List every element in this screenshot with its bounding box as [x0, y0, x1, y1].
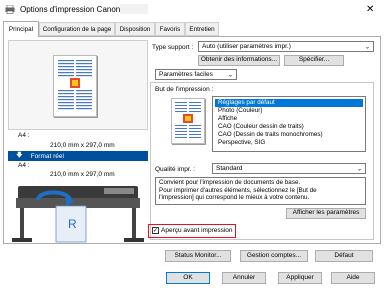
chevron-down-icon: ⌄	[356, 166, 362, 172]
printer-illustration: R	[8, 180, 148, 244]
description-line-3: l'impression] qui correspond le mieux à …	[159, 194, 310, 201]
settings-mode-select[interactable]: Paramètres faciles ⌄	[155, 69, 237, 80]
status-monitor-button[interactable]: Status Monitor...	[165, 250, 231, 262]
description-line-1: Convient pour l'impression de documents …	[159, 179, 301, 186]
account-management-button[interactable]: Gestion comptes...	[240, 250, 308, 262]
defaults-button[interactable]: Défaut	[315, 250, 373, 262]
title-bar: Options d'impression Canon ✕	[0, 0, 384, 20]
tab-maintenance[interactable]: Entretien	[185, 22, 219, 36]
quality-label: Qualité impr. :	[155, 166, 196, 173]
format-reel-bar: 🡇 Format réel	[8, 151, 148, 161]
quality-select[interactable]: Standard ⌄	[212, 163, 366, 174]
close-icon[interactable]: ✕	[366, 4, 374, 15]
media-type-select[interactable]: Auto (utiliser paramètres impr.) ⌄	[198, 41, 374, 52]
tab-favorites[interactable]: Favoris	[155, 22, 185, 36]
size-label-top: A4 :	[18, 132, 30, 139]
print-preview-checkbox[interactable]: ✓	[152, 227, 159, 234]
chevron-down-icon: ⌄	[364, 44, 370, 50]
arrow-down-icon: 🡇	[16, 151, 23, 159]
page-preview-area	[8, 40, 148, 130]
help-button[interactable]: Aide	[331, 272, 375, 284]
printer-icon	[5, 4, 15, 14]
window-title: Options d'impression Canon	[20, 5, 121, 14]
format-label: Format réel	[30, 152, 64, 160]
purpose-item-poster[interactable]: Affiche	[215, 115, 363, 123]
get-info-button[interactable]: Obtenir des informations...	[198, 55, 280, 66]
tab-page-setup[interactable]: Configuration de la page	[39, 22, 115, 36]
page-thumbnail	[53, 55, 97, 117]
cancel-button[interactable]: Annuler	[222, 272, 266, 284]
tab-layout[interactable]: Disposition	[115, 22, 155, 36]
show-settings-button[interactable]: Afficher les paramètres	[286, 208, 366, 219]
purpose-item-gis[interactable]: Perspective, SIG	[215, 139, 363, 147]
ok-button[interactable]: OK	[166, 272, 210, 284]
purpose-item-photo[interactable]: Photo (Couleur)	[215, 107, 363, 115]
purpose-label: But de l'impression :	[155, 86, 214, 93]
purpose-item-default[interactable]: Réglages par défaut	[215, 99, 363, 107]
description-line-2: Pour imprimer d'autres éléments, sélecti…	[159, 186, 317, 194]
settings-mode-value: Paramètres faciles	[159, 71, 213, 78]
chevron-down-icon: ⌄	[227, 72, 233, 78]
size-label-bottom: A4 :	[18, 162, 30, 169]
print-preview-label[interactable]: Aperçu avant impression	[161, 227, 233, 234]
title-redacted-block	[120, 4, 148, 14]
size-value-bottom: 210,0 mm x 297,0 mm	[50, 171, 115, 178]
size-value-top: 210,0 mm x 297,0 mm	[50, 142, 115, 149]
quality-value: Standard	[216, 165, 243, 172]
purpose-thumbnail	[171, 98, 205, 144]
tab-principal[interactable]: Principal	[3, 21, 39, 37]
media-type-value: Auto (utiliser paramètres impr.)	[202, 43, 291, 50]
media-type-label: Type support :	[152, 44, 194, 51]
specify-button[interactable]: Spécifier...	[284, 55, 344, 66]
purpose-item-cad-mono[interactable]: CAO (Dessin de traits monochromes)	[215, 131, 363, 139]
purpose-list[interactable]: Réglages par défaut Photo (Couleur) Affi…	[212, 96, 366, 152]
description-box: Convient pour l'impression de documents …	[155, 177, 366, 205]
apply-button[interactable]: Appliquer	[278, 272, 322, 284]
purpose-item-cad-color[interactable]: CAO (Couleur dessin de traits)	[215, 123, 363, 131]
svg-text:R: R	[68, 217, 77, 231]
